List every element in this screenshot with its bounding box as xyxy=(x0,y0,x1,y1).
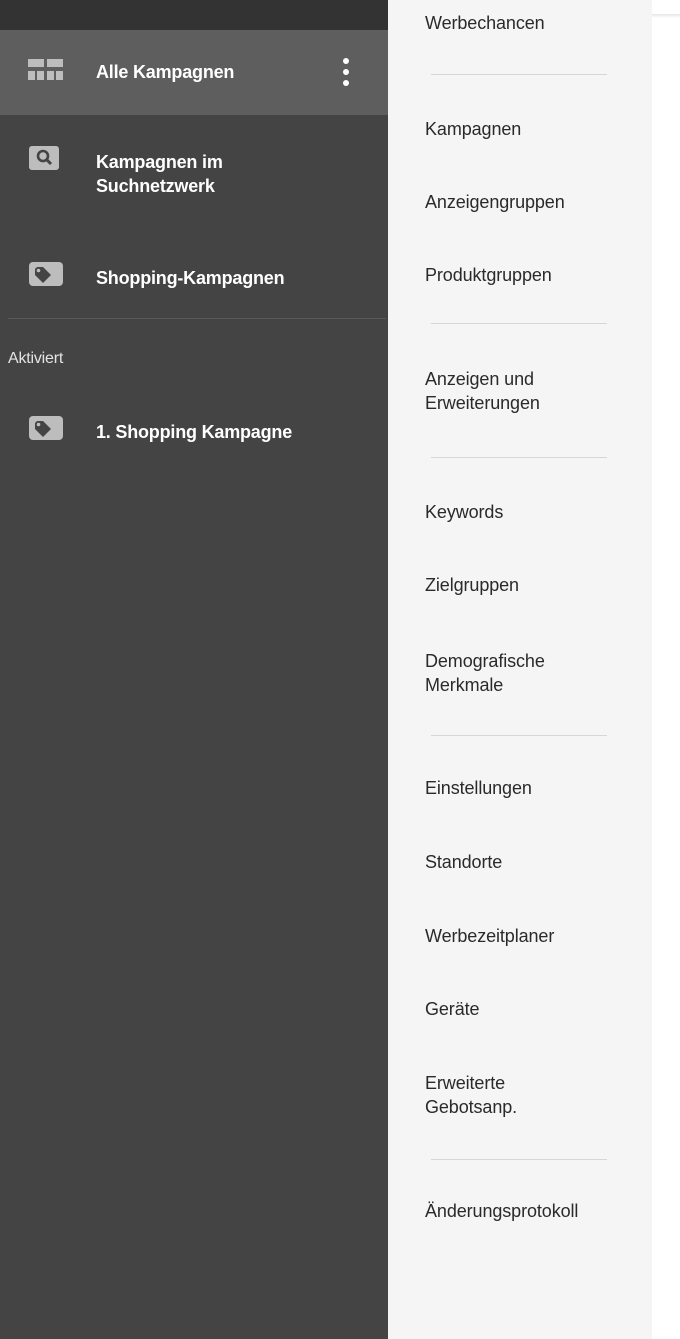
campaign-sidebar: Alle Kampagnen Kampagnen im Suchnetzwerk… xyxy=(0,0,388,1339)
tag-icon xyxy=(26,260,66,290)
menu-item-geraete[interactable]: Geräte xyxy=(425,997,480,1021)
menu-item-einstellungen[interactable]: Einstellungen xyxy=(425,776,532,800)
menu-item-produktgruppen[interactable]: Produktgruppen xyxy=(425,263,552,287)
menu-item-kampagnen[interactable]: Kampagnen xyxy=(425,117,521,141)
sidebar-top-strip xyxy=(0,0,388,30)
menu-item-werbezeitplaner[interactable]: Werbezeitplaner xyxy=(425,924,554,948)
menu-separator xyxy=(431,457,607,458)
campaign-label: 1. Shopping Kampagne xyxy=(96,422,293,442)
menu-separator xyxy=(431,323,607,324)
sidebar-item-label: Shopping-Kampagnen xyxy=(96,268,285,288)
sidebar-item-search-campaigns[interactable]: Kampagnen im Suchnetzwerk xyxy=(0,138,388,218)
menu-item-standorte[interactable]: Standorte xyxy=(425,850,502,874)
menu-item-keywords[interactable]: Keywords xyxy=(425,500,503,524)
menu-item-erweiterte-gebotsanp[interactable]: Erweiterte Gebotsanp. xyxy=(425,1071,517,1119)
navigation-menu: Werbechancen Kampagnen Anzeigengruppen P… xyxy=(388,0,653,1339)
grid-view-icon xyxy=(26,57,66,87)
menu-separator xyxy=(431,735,607,736)
more-options-icon[interactable] xyxy=(334,56,358,90)
menu-item-anzeigen-und-erweiterungen[interactable]: Anzeigen und Erweiterungen xyxy=(425,367,540,415)
content-area-edge xyxy=(652,0,680,1339)
section-label-activated: Aktiviert xyxy=(8,350,64,367)
sidebar-item-shopping-campaigns[interactable]: Shopping-Kampagnen xyxy=(0,258,388,298)
menu-item-zielgruppen[interactable]: Zielgruppen xyxy=(425,573,519,597)
tag-icon xyxy=(26,414,66,444)
search-icon xyxy=(26,144,66,174)
menu-item-anzeigengruppen[interactable]: Anzeigengruppen xyxy=(425,190,565,214)
menu-item-aenderungsprotokoll[interactable]: Änderungsprotokoll xyxy=(425,1199,578,1223)
menu-item-werbechancen[interactable]: Werbechancen xyxy=(425,11,545,35)
header-shadow xyxy=(652,14,680,18)
sidebar-campaign-item[interactable]: 1. Shopping Kampagne xyxy=(0,412,388,452)
sidebar-item-label: Kampagnen im Suchnetzwerk xyxy=(96,152,223,196)
menu-separator xyxy=(431,1159,607,1160)
sidebar-item-label: Alle Kampagnen xyxy=(96,62,235,82)
sidebar-divider xyxy=(8,318,386,319)
menu-item-demografische-merkmale[interactable]: Demografische Merkmale xyxy=(425,649,545,697)
sidebar-item-all-campaigns[interactable]: Alle Kampagnen xyxy=(0,30,388,115)
menu-separator xyxy=(431,74,607,75)
